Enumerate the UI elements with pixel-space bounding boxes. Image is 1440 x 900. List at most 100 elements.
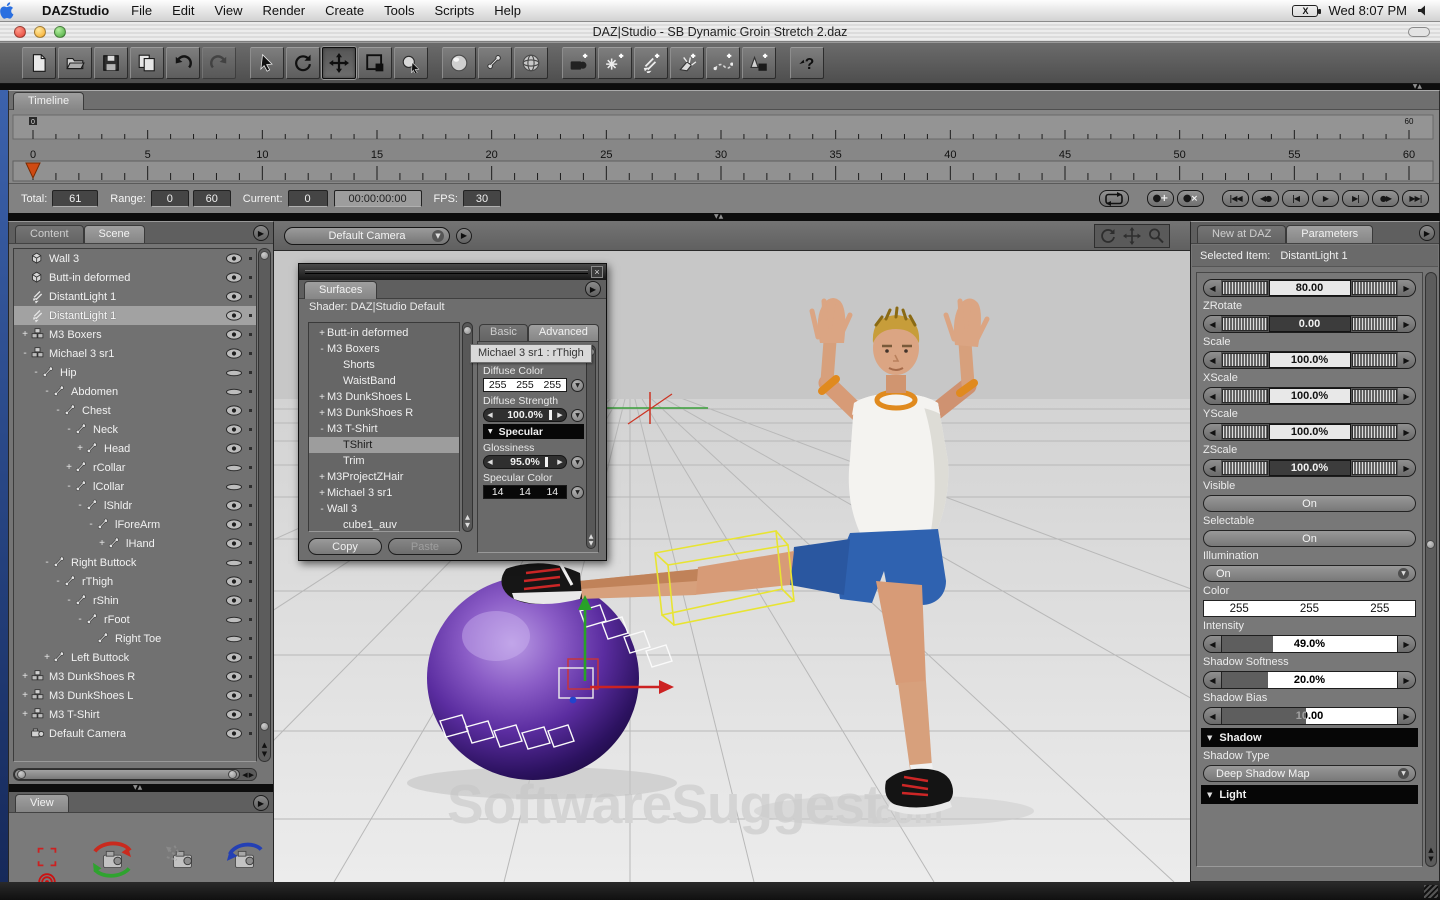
- decrement-arrow[interactable]: ◀: [1204, 708, 1221, 724]
- save-file-button[interactable]: [94, 47, 128, 79]
- param-value[interactable]: 100.0%: [1269, 424, 1351, 440]
- node-label[interactable]: Default Camera: [49, 728, 126, 740]
- node-label[interactable]: rShin: [93, 595, 119, 607]
- visibility-eye-icon[interactable]: [224, 290, 244, 303]
- visibility-eye-icon[interactable]: [224, 670, 244, 683]
- increment-arrow[interactable]: ▶: [1398, 672, 1415, 688]
- tree-node-distantlight-1[interactable]: DistantLight 1: [14, 287, 256, 306]
- surface-label[interactable]: M3ProjectZHair: [327, 471, 403, 483]
- surface-label[interactable]: Wall 3: [327, 503, 357, 515]
- duplicate-button[interactable]: [130, 47, 164, 79]
- expand-toggle[interactable]: +: [317, 488, 327, 499]
- visibility-eye-icon[interactable]: [224, 575, 244, 588]
- increment-arrow[interactable]: ▶: [1398, 388, 1415, 404]
- visibility-eye-icon[interactable]: [224, 518, 244, 531]
- increment-arrow[interactable]: ▶: [1398, 708, 1415, 724]
- frame-brackets-icon[interactable]: [33, 845, 61, 869]
- expand-toggle[interactable]: +: [317, 472, 327, 483]
- node-label[interactable]: lHand: [126, 538, 155, 550]
- param-value[interactable]: 100.0%: [1269, 352, 1351, 368]
- surface-label[interactable]: cube1_auv: [343, 519, 397, 531]
- visibility-eye-icon[interactable]: [224, 651, 244, 664]
- expand-toggle[interactable]: +: [42, 652, 52, 663]
- range-start-field[interactable]: 0: [151, 190, 189, 207]
- scrollbar-arrows[interactable]: ▲▼: [1426, 846, 1436, 864]
- expand-toggle[interactable]: +: [64, 462, 74, 473]
- tab-content[interactable]: Content: [15, 225, 84, 243]
- add-dformer-button[interactable]: [706, 47, 740, 79]
- frame-camera-icon[interactable]: [159, 840, 205, 878]
- apple-menu-icon[interactable]: [0, 2, 30, 19]
- expand-toggle[interactable]: +: [75, 443, 85, 454]
- expand-toggle[interactable]: +: [97, 538, 107, 549]
- expand-toggle[interactable]: -: [317, 424, 327, 435]
- scrollbar-arrows[interactable]: ▲▼: [463, 513, 472, 529]
- scrollbar-arrows[interactable]: ◀▶: [240, 771, 256, 779]
- dial-track[interactable]: [1222, 317, 1268, 331]
- step-forward-button[interactable]: ▶|: [1342, 190, 1369, 207]
- visibility-eye-icon[interactable]: [224, 727, 244, 740]
- increment-arrow[interactable]: ▶: [1398, 424, 1415, 440]
- tab-basic[interactable]: Basic: [479, 324, 528, 341]
- tree-node-lhand[interactable]: + lHand: [14, 534, 256, 553]
- scrollbar-knob[interactable]: [17, 770, 26, 779]
- expand-toggle[interactable]: +: [20, 690, 30, 701]
- tree-node-michael-3-sr1[interactable]: -Michael 3 sr1: [14, 344, 256, 363]
- visibility-eye-icon[interactable]: [224, 309, 244, 322]
- menu-edit[interactable]: Edit: [162, 0, 204, 21]
- node-label[interactable]: Right Toe: [115, 633, 161, 645]
- previous-keyframe-button[interactable]: ◀●: [1252, 190, 1279, 207]
- orbit-view-icon[interactable]: [1099, 227, 1117, 245]
- visibility-eye-icon[interactable]: [224, 347, 244, 360]
- expand-toggle[interactable]: -: [86, 519, 96, 530]
- param-value[interactable]: 80.00: [1269, 280, 1351, 296]
- expand-toggle[interactable]: -: [42, 557, 52, 568]
- node-label[interactable]: M3 DunkShoes L: [49, 690, 133, 702]
- surface-node-m3-dunkshoes-r[interactable]: +M3 DunkShoes R: [309, 405, 459, 421]
- node-label[interactable]: Michael 3 sr1: [49, 348, 114, 360]
- color-color-field[interactable]: 255 255 255: [1203, 600, 1416, 617]
- tree-node-rfoot[interactable]: -rFoot: [14, 610, 256, 629]
- section-shadow[interactable]: ▼Shadow: [1201, 728, 1418, 747]
- param-value[interactable]: 100.0%: [1269, 460, 1351, 476]
- surface-node-butt-in-deformed[interactable]: +Butt-in deformed: [309, 325, 459, 341]
- visibility-eye-icon[interactable]: [224, 689, 244, 702]
- decrement-arrow[interactable]: ◀: [1204, 672, 1221, 688]
- surface-label[interactable]: Shorts: [343, 359, 375, 371]
- fps-field[interactable]: 30: [463, 190, 501, 207]
- node-label[interactable]: lShldr: [104, 500, 132, 512]
- tree-node-hip[interactable]: -Hip: [14, 363, 256, 382]
- timeline-ruler[interactable]: 060051015202530354045505560: [11, 111, 1437, 183]
- add-primitive-button[interactable]: [742, 47, 776, 79]
- node-label[interactable]: DistantLight 1: [49, 310, 116, 322]
- surface-label[interactable]: Trim: [343, 455, 365, 467]
- expand-toggle[interactable]: -: [64, 424, 74, 435]
- specular-section-header[interactable]: ▼Specular: [483, 424, 584, 439]
- increment-arrow[interactable]: ▶: [1398, 460, 1415, 476]
- tree-node-lforearm[interactable]: -lForeArm: [14, 515, 256, 534]
- expand-toggle[interactable]: -: [317, 344, 327, 355]
- tab-view[interactable]: View: [15, 794, 69, 812]
- surface-label[interactable]: M3 Boxers: [327, 343, 380, 355]
- node-label[interactable]: Head: [104, 443, 130, 455]
- node-label[interactable]: Abdomen: [71, 386, 118, 398]
- surface-node-m3-t-shirt[interactable]: -M3 T-Shirt: [309, 421, 459, 437]
- surface-label[interactable]: WaistBand: [343, 375, 396, 387]
- expand-toggle[interactable]: -: [64, 481, 74, 492]
- expand-toggle[interactable]: -: [53, 405, 63, 416]
- menu-render[interactable]: Render: [252, 0, 315, 21]
- dial-track[interactable]: [1222, 425, 1268, 439]
- increment-arrow[interactable]: ▶: [1398, 636, 1415, 652]
- go-to-start-button[interactable]: |◀◀: [1222, 190, 1249, 207]
- visibility-eye-icon[interactable]: [224, 594, 244, 607]
- undo-button[interactable]: [166, 47, 200, 79]
- increment-arrow[interactable]: ▶: [1398, 352, 1415, 368]
- tree-node-lshldr[interactable]: -lShldr: [14, 496, 256, 515]
- visibility-eye-icon[interactable]: [224, 556, 244, 569]
- dial-track[interactable]: [1352, 389, 1398, 403]
- dial-track[interactable]: [1222, 461, 1268, 475]
- node-label[interactable]: Wall 3: [49, 253, 79, 265]
- expand-toggle[interactable]: -: [75, 614, 85, 625]
- node-label[interactable]: rThigh: [82, 576, 113, 588]
- increment-arrow[interactable]: ▶: [1398, 280, 1415, 296]
